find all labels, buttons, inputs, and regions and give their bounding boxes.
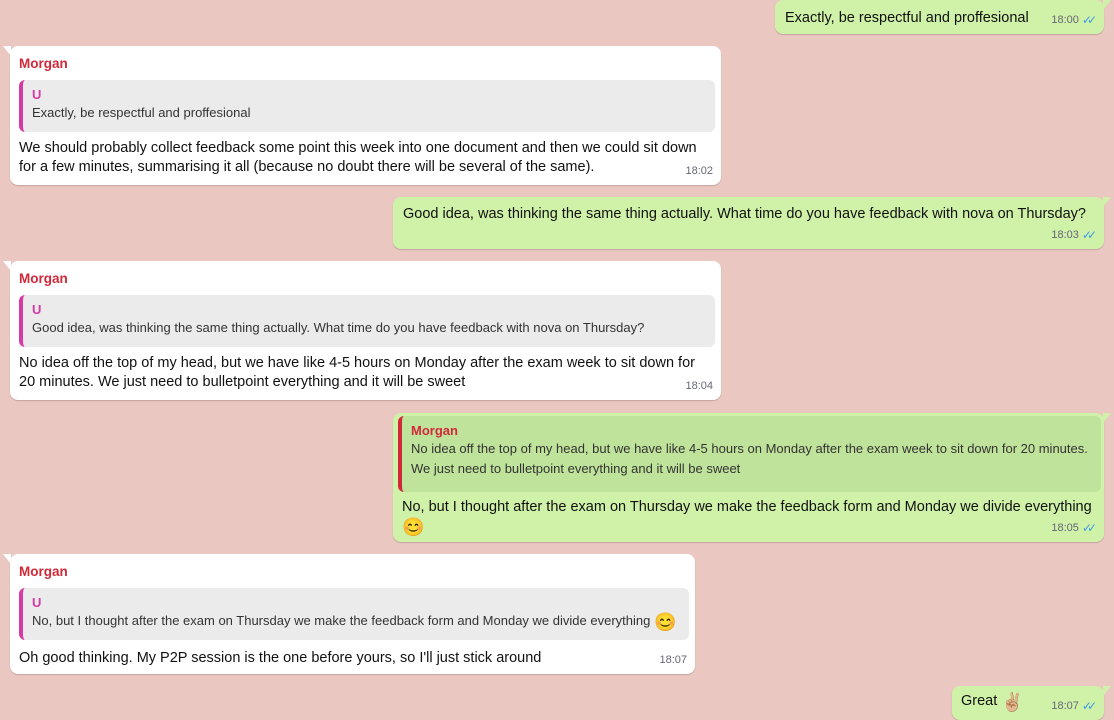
message-text-content: No, but I thought after the exam on Thur… xyxy=(402,499,1092,515)
message-bubble-outgoing[interactable]: Great ✌🏼 18:07 ✓✓ xyxy=(952,686,1111,720)
sender-name: Morgan xyxy=(19,564,68,579)
message-meta: 18:07 xyxy=(659,651,687,670)
message-bubble-outgoing[interactable]: Exactly, be respectful and proffesional … xyxy=(775,0,1111,34)
message-bubble-incoming[interactable]: Morgan U Good idea, was thinking the sam… xyxy=(3,261,721,400)
message-text: Oh good thinking. My P2P session is the … xyxy=(19,650,542,666)
quote-text: No, but I thought after the exam on Thur… xyxy=(32,613,651,628)
message-text: Great xyxy=(961,693,998,709)
message-meta: 18:00 ✓✓ xyxy=(1051,11,1097,30)
message-time: 18:05 xyxy=(1051,522,1079,534)
message-text: No idea off the top of my head, but we h… xyxy=(19,355,695,390)
smiling-face-emoji-icon: 😊 xyxy=(402,517,425,537)
sender-name: Morgan xyxy=(19,56,68,71)
message-meta: 18:07 ✓✓ xyxy=(1051,697,1097,716)
quote-author: Morgan xyxy=(411,423,458,438)
message-meta: 18:02 xyxy=(685,162,713,181)
message-bubble-outgoing[interactable]: Good idea, was thinking the same thing a… xyxy=(393,197,1111,249)
message-text: Exactly, be respectful and proffesional xyxy=(785,10,1029,26)
quote-text: Exactly, be respectful and proffesional xyxy=(32,105,251,120)
double-check-icon: ✓✓ xyxy=(1081,13,1097,27)
quote-author: U xyxy=(32,595,42,610)
message-meta: 18:04 xyxy=(685,377,713,396)
quote-text: No idea off the top of my head, but we h… xyxy=(411,441,1088,476)
double-check-icon: ✓✓ xyxy=(1081,521,1097,535)
message-time: 18:07 xyxy=(1051,700,1079,712)
quote-text: Good idea, was thinking the same thing a… xyxy=(32,320,645,335)
quoted-message[interactable]: U Good idea, was thinking the same thing… xyxy=(19,295,715,347)
message-text: Good idea, was thinking the same thing a… xyxy=(403,206,1086,222)
smiling-face-emoji-icon: 😊 xyxy=(653,612,677,632)
quote-author: U xyxy=(32,302,42,317)
message-bubble-incoming[interactable]: Morgan U Exactly, be respectful and prof… xyxy=(3,46,721,185)
message-bubble-incoming[interactable]: Morgan U No, but I thought after the exa… xyxy=(3,554,695,674)
message-time: 18:02 xyxy=(685,165,713,177)
message-time: 18:00 xyxy=(1051,14,1079,26)
message-time: 18:04 xyxy=(685,380,713,392)
quoted-message[interactable]: U No, but I thought after the exam on Th… xyxy=(19,588,689,640)
quote-author: U xyxy=(32,87,42,102)
double-check-icon: ✓✓ xyxy=(1081,699,1097,713)
quoted-message[interactable]: U Exactly, be respectful and proffesiona… xyxy=(19,80,715,132)
double-check-icon: ✓✓ xyxy=(1081,228,1097,242)
message-meta: 18:05 ✓✓ xyxy=(1051,519,1097,538)
message-meta: 18:03 ✓✓ xyxy=(1051,226,1097,245)
message-text: No, but I thought after the exam on Thur… xyxy=(398,498,1092,537)
victory-hand-emoji-icon: ✌🏼 xyxy=(1001,692,1024,712)
message-bubble-outgoing[interactable]: Morgan No idea off the top of my head, b… xyxy=(393,413,1111,542)
message-time: 18:03 xyxy=(1051,229,1079,241)
quote-text-line: No, but I thought after the exam on Thur… xyxy=(32,611,681,632)
message-text: We should probably collect feedback some… xyxy=(19,140,697,175)
message-time: 18:07 xyxy=(659,654,687,666)
quoted-message[interactable]: Morgan No idea off the top of my head, b… xyxy=(398,416,1101,492)
sender-name: Morgan xyxy=(19,271,68,286)
